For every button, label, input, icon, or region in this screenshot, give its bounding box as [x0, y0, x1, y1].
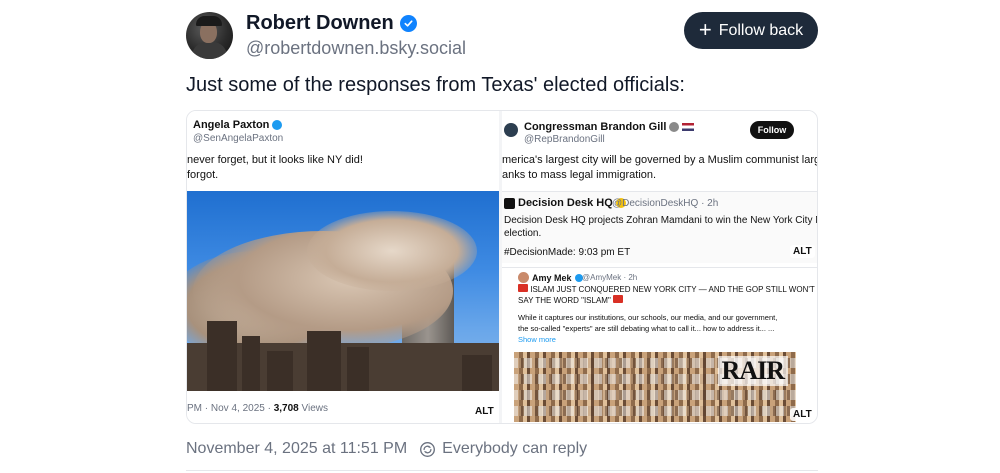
quoted-text-line: Decision Desk HQ projects Zohran Mamdani…: [504, 215, 818, 226]
tweet-text-line: While it captures our institutions, our …: [518, 313, 778, 322]
quoted-author-name: Decision Desk HQ: [504, 197, 626, 209]
view-count: 3,708: [273, 403, 299, 414]
siren-icon: [613, 295, 624, 303]
tweet-text-line: never forget, but it looks like NY did!: [187, 154, 363, 166]
alt-badge[interactable]: ALT: [790, 245, 815, 258]
tweet-text-line: merica's largest city will be governed b…: [502, 154, 818, 166]
tweet-follow-button: Follow: [750, 121, 794, 139]
alt-badge[interactable]: ALT: [790, 408, 815, 421]
crowd-photo: RAIR: [514, 352, 796, 422]
siren-icon: [518, 284, 528, 292]
tweet-text-line: anks to mass legal immigration.: [502, 169, 657, 181]
reply-settings-icon: [420, 441, 436, 457]
tweet-author-handle: @RepBrandonGill: [524, 134, 605, 145]
tweet-author-handle: @SenAngelaPaxton: [193, 133, 284, 144]
post-header: Robert Downen @robertdownen.bsky.social …: [186, 10, 818, 66]
tweet-text-line: SAY THE WORD "ISLAM": [518, 295, 624, 306]
follow-back-button[interactable]: + Follow back: [684, 12, 818, 49]
plus-icon: +: [698, 16, 712, 42]
alt-badge[interactable]: ALT: [472, 405, 497, 418]
post-timestamp[interactable]: November 4, 2025 at 11:51 PM: [186, 440, 407, 458]
tweet-author-name: Congressman Brandon Gill: [524, 121, 695, 133]
tweet-avatar: [518, 272, 529, 283]
media-image-right-bottom[interactable]: Amy Mek @AmyMek · 2h ISLAM JUST CONQUERE…: [502, 267, 817, 423]
tweet-author-handle: @AmyMek · 2h: [582, 273, 638, 282]
author-handle[interactable]: @robertdownen.bsky.social: [246, 38, 466, 59]
author-avatar[interactable]: [186, 12, 233, 59]
verified-check-icon: [399, 15, 417, 32]
tweet-text-line: the so-called "experts" are still debati…: [518, 324, 775, 333]
post: Robert Downen @robertdownen.bsky.social …: [186, 10, 818, 457]
post-footer: November 4, 2025 at 11:51 PM Everybody c…: [186, 440, 587, 458]
tower-photo: [187, 191, 499, 391]
rair-watermark: RAIR: [717, 356, 788, 386]
follow-back-label: Follow back: [718, 21, 804, 39]
media-grid: Angela Paxton @SenAngelaPaxton never for…: [186, 110, 818, 424]
quoted-text-line: election.: [504, 228, 542, 239]
quoted-author-handle: @DecisionDeskHQ · 2h: [612, 198, 719, 209]
media-image-left[interactable]: Angela Paxton @SenAngelaPaxton never for…: [187, 111, 499, 423]
tweet-author-name: Angela Paxton: [193, 119, 283, 131]
tweet-author-name: Amy Mek: [518, 272, 583, 283]
author-name-row: Robert Downen: [246, 12, 417, 35]
show-more-link: Show more: [518, 335, 556, 344]
author-display-name[interactable]: Robert Downen: [246, 12, 394, 35]
quoted-tweet: Decision Desk HQ @DecisionDeskHQ · 2h De…: [502, 191, 818, 263]
post-divider: [186, 470, 818, 471]
tweet-avatar: [504, 123, 518, 137]
verified-check-icon: [669, 122, 680, 132]
quoted-hashtag: #DecisionMade: 9:03 pm ET: [504, 247, 631, 258]
tweet-text-line: forgot.: [187, 169, 219, 181]
decision-desk-logo-icon: [504, 197, 515, 209]
verified-check-icon: [272, 120, 283, 130]
tweet-meta: PM · Nov 4, 2025 · 3,708 Views: [187, 403, 329, 414]
post-text: Just some of the responses from Texas' e…: [186, 74, 685, 96]
reply-setting-label[interactable]: Everybody can reply: [442, 440, 587, 458]
flag-icon: [682, 123, 695, 131]
media-image-right-top[interactable]: Congressman Brandon Gill @RepBrandonGill…: [502, 111, 818, 263]
tweet-text-line: ISLAM JUST CONQUERED NEW YORK CITY — AND…: [518, 284, 815, 295]
